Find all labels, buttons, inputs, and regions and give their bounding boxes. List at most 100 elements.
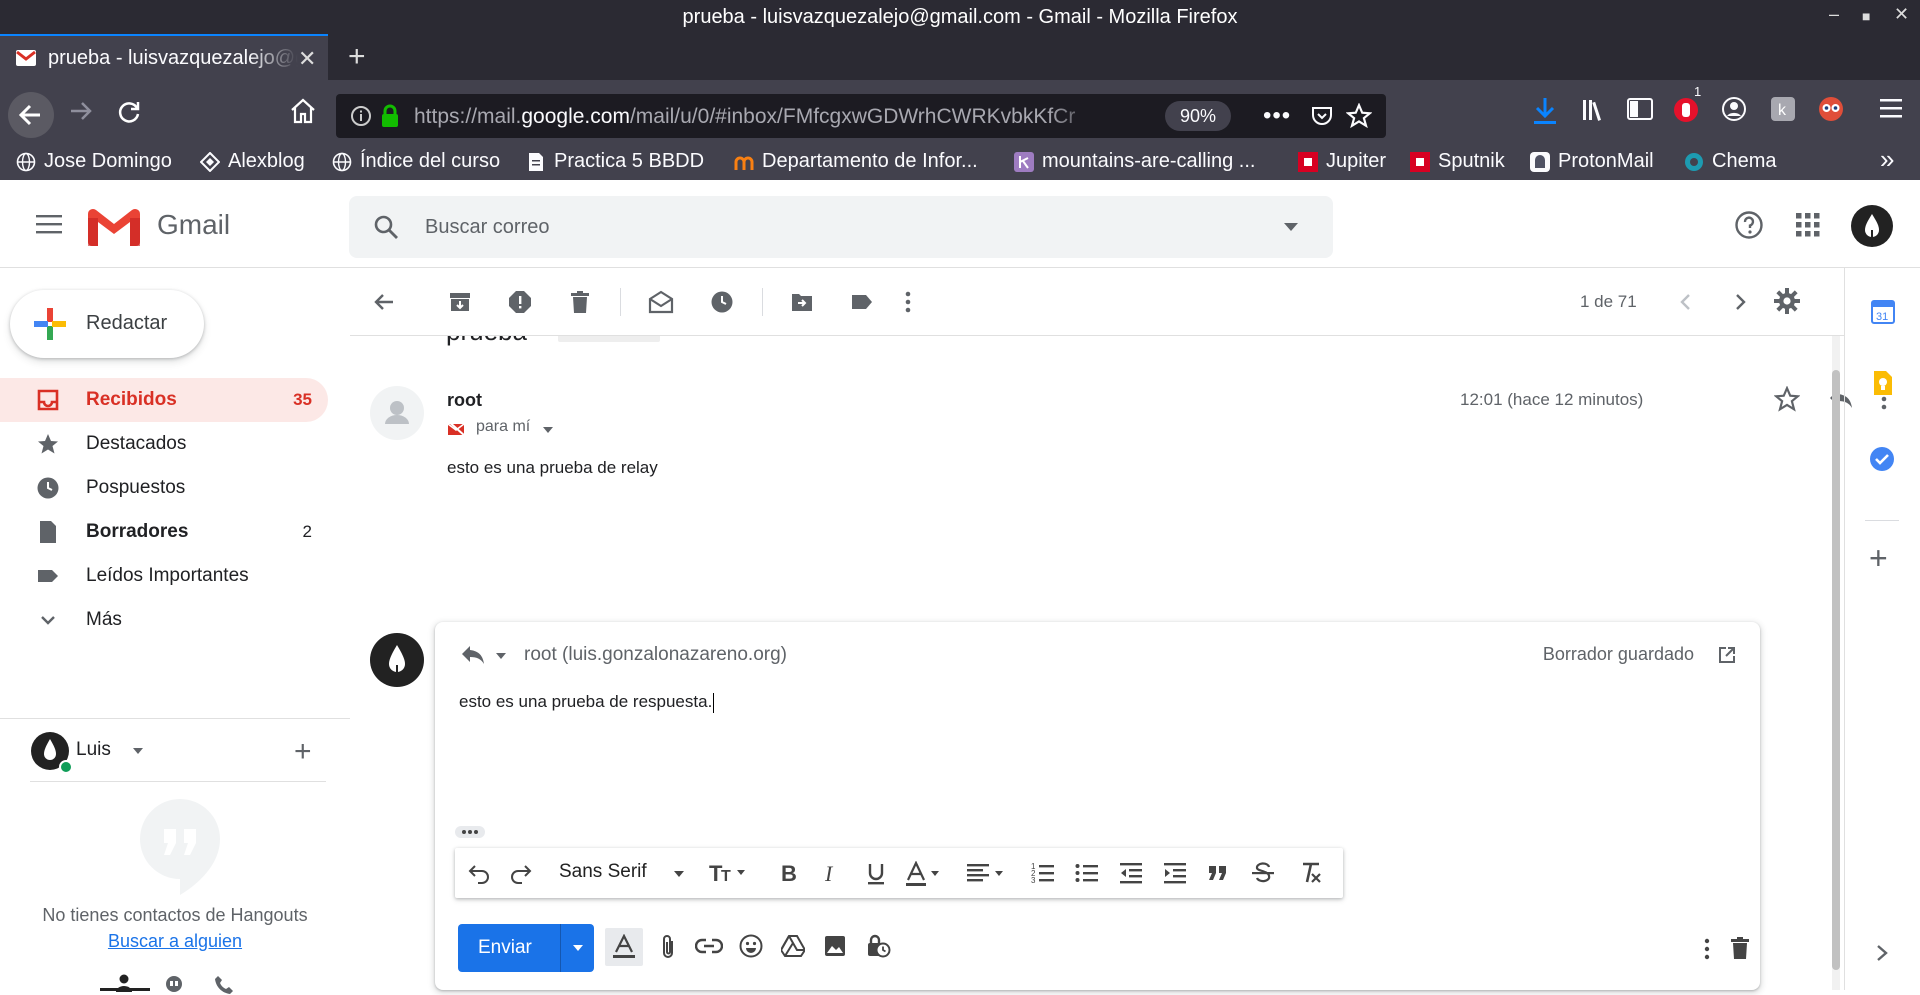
info-icon[interactable]: [350, 105, 372, 127]
bookmark-jupiter[interactable]: Jupiter: [1298, 150, 1386, 173]
reload-button[interactable]: [114, 96, 144, 126]
find-someone-link[interactable]: Buscar a alguien: [0, 931, 350, 952]
insert-link-icon[interactable]: [695, 936, 723, 956]
archive-icon[interactable]: [448, 290, 472, 314]
font-family-select[interactable]: Sans Serif: [559, 861, 647, 883]
page-actions-icon[interactable]: •••: [1263, 102, 1291, 130]
keep-icon[interactable]: [1871, 370, 1893, 396]
sidebar-item-inbox[interactable]: Recibidos 35: [0, 378, 328, 422]
account-icon[interactable]: [1721, 96, 1747, 122]
minimize-button[interactable]: –: [1829, 4, 1839, 25]
account-avatar[interactable]: [1850, 204, 1894, 248]
bookmark-alexblog[interactable]: Alexblog: [200, 150, 305, 173]
sidebar-toggle-icon[interactable]: [1626, 96, 1654, 122]
main-menu-icon[interactable]: [36, 214, 62, 234]
undo-icon[interactable]: [467, 861, 491, 885]
send-options-icon[interactable]: [572, 944, 584, 952]
underline-icon[interactable]: [865, 861, 887, 887]
attach-icon[interactable]: [657, 934, 679, 960]
scrollbar-thumb[interactable]: [1832, 370, 1840, 970]
bookmark-mountains-are-calling[interactable]: mountains-are-calling ...: [1014, 150, 1255, 173]
send-button[interactable]: Enviar: [458, 924, 594, 972]
calendar-icon[interactable]: 31: [1871, 300, 1895, 324]
numbered-list-icon[interactable]: 123: [1031, 861, 1055, 885]
url-bar[interactable]: https://mail.google.com/mail/u/0/#inbox/…: [336, 94, 1386, 138]
hangouts-user-name[interactable]: Luis: [76, 739, 111, 761]
pop-out-icon[interactable]: [1718, 646, 1736, 664]
home-button[interactable]: [288, 96, 318, 126]
my-avatar[interactable]: [370, 633, 426, 689]
star-message-icon[interactable]: [1774, 386, 1800, 412]
bookmark-star-icon[interactable]: [1346, 103, 1372, 129]
emoji-icon[interactable]: [739, 934, 763, 958]
hamburger-menu-icon[interactable]: [1878, 96, 1904, 120]
sidebar-item-starred[interactable]: Destacados: [0, 422, 328, 466]
reply-type-dropdown-icon[interactable]: [495, 652, 507, 660]
confidential-mode-icon[interactable]: [865, 933, 891, 959]
gmail-logo-icon[interactable]: [88, 208, 140, 246]
bookmark-protonmail[interactable]: ProtonMail: [1530, 150, 1654, 173]
lock-icon[interactable]: [380, 104, 400, 128]
url-text[interactable]: https://mail.google.com/mail/u/0/#inbox/…: [414, 105, 1104, 129]
mark-unread-icon[interactable]: [648, 290, 674, 314]
strikethrough-icon[interactable]: [1251, 861, 1275, 885]
sidebar-item-read-important[interactable]: Leídos Importantes: [0, 554, 328, 598]
reply-type-icon[interactable]: [460, 644, 486, 666]
redo-icon[interactable]: [509, 861, 533, 885]
recipient-summary[interactable]: para mí: [476, 418, 530, 436]
search-input[interactable]: Buscar correo: [425, 216, 550, 239]
settings-gear-icon[interactable]: [1774, 288, 1800, 314]
move-to-icon[interactable]: [790, 290, 814, 314]
get-addons-button[interactable]: +: [1869, 540, 1888, 577]
sender-avatar[interactable]: [370, 386, 424, 440]
quote-icon[interactable]: [1207, 861, 1229, 885]
back-to-inbox-icon[interactable]: [372, 290, 396, 314]
unencrypted-icon[interactable]: [447, 420, 465, 436]
text-color-icon[interactable]: [905, 861, 943, 887]
bookmark-jose-domingo[interactable]: Jose Domingo: [16, 150, 172, 173]
forward-button[interactable]: [66, 96, 96, 126]
discard-draft-icon[interactable]: [1729, 936, 1751, 960]
new-conversation-button[interactable]: +: [294, 735, 312, 769]
new-tab-button[interactable]: +: [348, 40, 366, 74]
tasks-icon[interactable]: [1869, 446, 1895, 472]
adblock-icon[interactable]: 1: [1672, 84, 1701, 124]
more-options-icon[interactable]: [904, 290, 912, 314]
maximize-button[interactable]: ■: [1862, 8, 1870, 24]
extension-k-icon[interactable]: k: [1770, 96, 1796, 122]
bookmark-sputnik[interactable]: Sputnik: [1410, 150, 1505, 173]
report-spam-icon[interactable]: [508, 290, 532, 314]
insert-photo-icon[interactable]: [823, 934, 847, 958]
apps-grid-icon[interactable]: [1796, 213, 1820, 237]
reply-body-editor[interactable]: esto es una prueba de respuesta.: [459, 692, 715, 713]
snooze-icon[interactable]: [710, 290, 734, 314]
bookmark-chema[interactable]: Chema: [1684, 150, 1776, 173]
sidebar-item-drafts[interactable]: Borradores 2: [0, 510, 328, 554]
google-drive-icon[interactable]: [781, 935, 805, 957]
indent-more-icon[interactable]: [1163, 861, 1187, 885]
remove-formatting-icon[interactable]: [1299, 861, 1323, 885]
labels-icon[interactable]: [850, 290, 874, 314]
search-icon[interactable]: [373, 214, 399, 240]
close-window-button[interactable]: ✕: [1894, 4, 1909, 25]
sidebar-item-snoozed[interactable]: Pospuestos: [0, 466, 328, 510]
older-icon[interactable]: [1730, 292, 1750, 312]
sender-name[interactable]: root: [447, 390, 482, 411]
zoom-indicator[interactable]: 90%: [1165, 101, 1231, 131]
close-tab-icon[interactable]: ✕: [298, 46, 316, 72]
bullet-list-icon[interactable]: [1075, 861, 1099, 885]
newer-icon[interactable]: [1676, 292, 1696, 312]
font-size-icon[interactable]: TT: [709, 861, 749, 885]
search-options-icon[interactable]: [1283, 222, 1299, 232]
browser-tab[interactable]: prueba - luisvazquezalejo@gmail.com ✕: [0, 34, 328, 80]
delete-icon[interactable]: [568, 290, 592, 314]
reply-recipients[interactable]: root (luis.gonzalonazareno.org): [524, 644, 787, 666]
compose-button[interactable]: Redactar: [10, 290, 204, 358]
bookmark-practica-5-bbdd[interactable]: Practica 5 BBDD: [526, 150, 704, 173]
sidebar-item-more[interactable]: Más: [0, 598, 328, 642]
bookmark-departamento[interactable]: Departamento de Infor...: [734, 150, 978, 173]
compose-more-options-icon[interactable]: [1703, 938, 1711, 960]
content-scrollbar[interactable]: [1832, 320, 1840, 990]
indent-less-icon[interactable]: [1119, 861, 1143, 885]
help-icon[interactable]: [1734, 210, 1764, 240]
